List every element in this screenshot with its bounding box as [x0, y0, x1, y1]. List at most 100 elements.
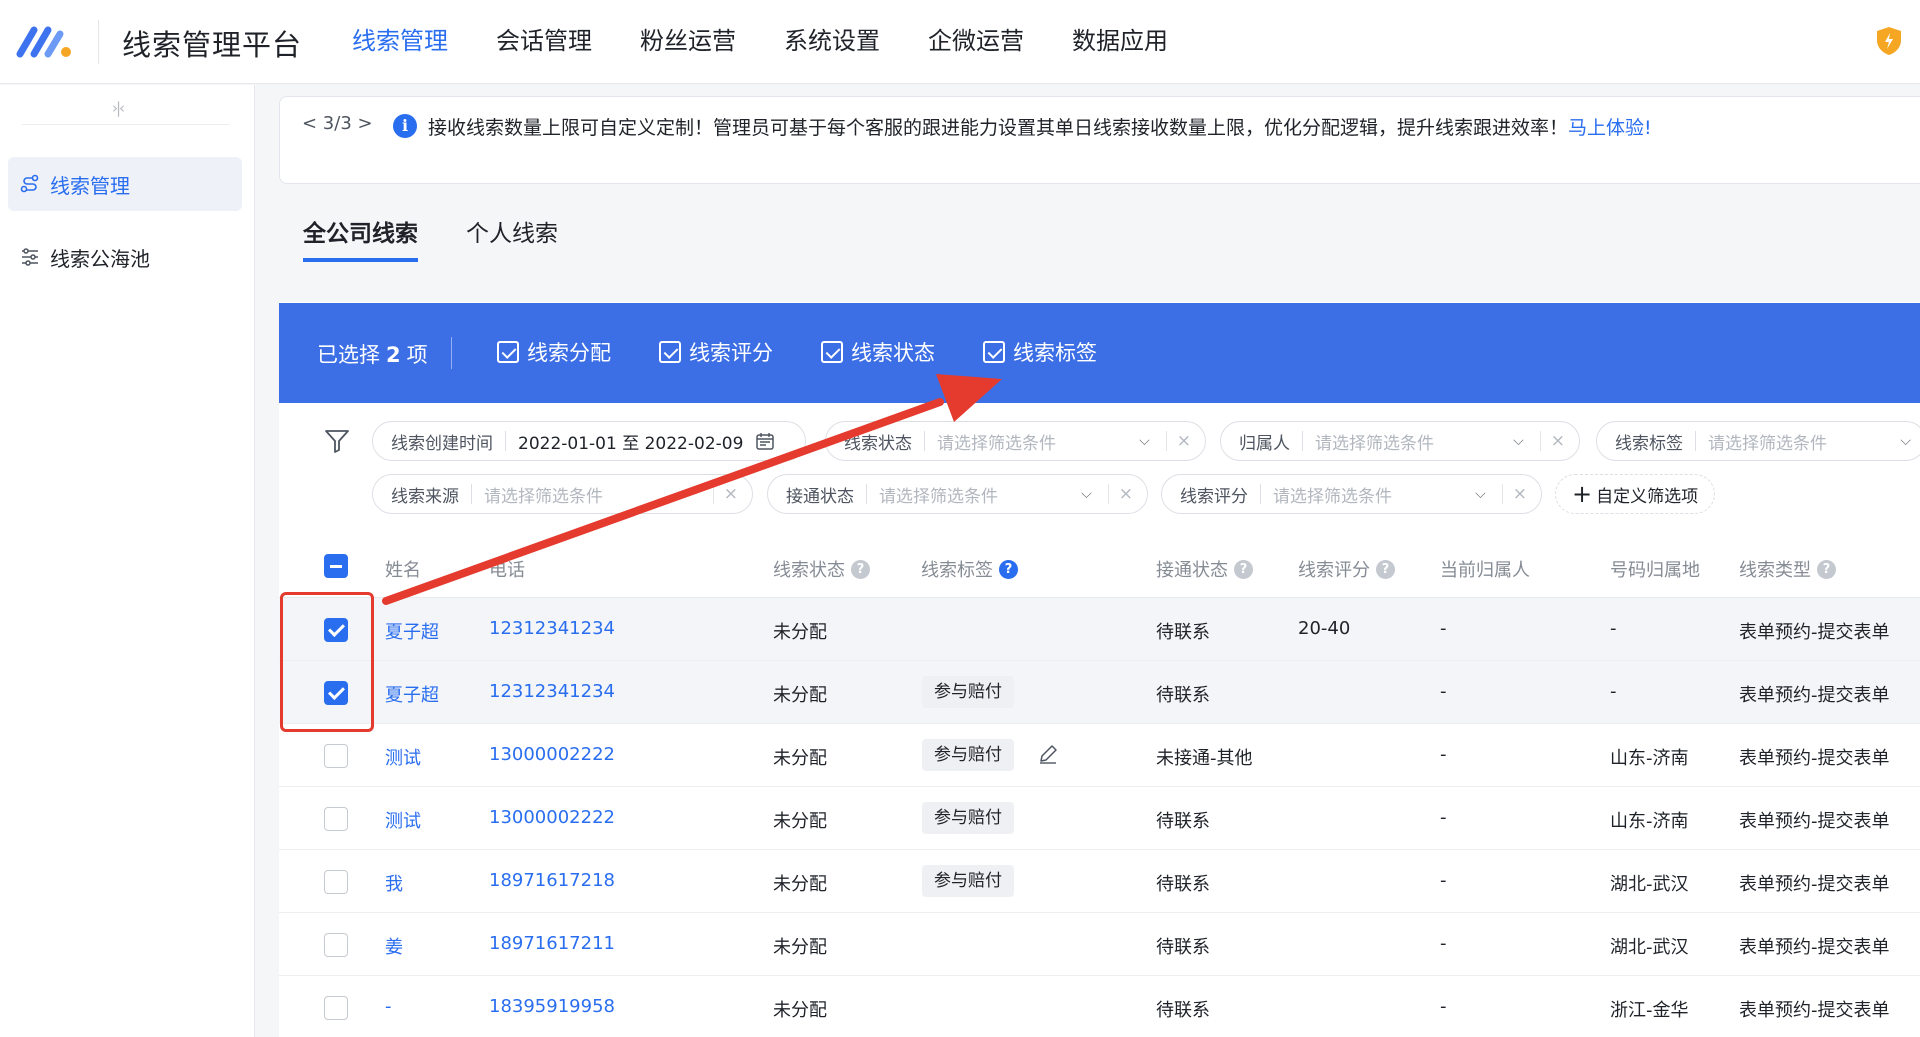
cell-name[interactable]: 姜	[385, 933, 403, 959]
add-filter-label: 自定义筛选项	[1596, 486, 1699, 507]
batch-tag-button[interactable]: 线索标签	[983, 337, 1097, 367]
clear-icon[interactable]: ×	[1165, 431, 1191, 451]
help-icon[interactable]: ?	[999, 559, 1018, 579]
filter-owner[interactable]: 归属人 请选择筛选条件 ⌵ ×	[1220, 421, 1580, 461]
help-icon[interactable]: ?	[1817, 559, 1836, 579]
select-all-checkbox[interactable]	[324, 554, 348, 578]
cell-name[interactable]: 夏子超	[385, 681, 439, 707]
tag-badge: 参与赔付	[922, 739, 1014, 771]
table-header: 姓名 电话 线索状态? 线索标签? 接通状态? 线索评分? 当前归属人 号码归属…	[279, 538, 1920, 598]
filter-key: 接通状态	[786, 486, 854, 507]
cell-phone[interactable]: 18395919958	[489, 996, 615, 1017]
cell-phone[interactable]: 12312341234	[489, 618, 615, 639]
filter-key: 线索创建时间	[391, 433, 493, 454]
nav-wecom-operation[interactable]: 企微运营	[928, 0, 1024, 84]
sidebar-item-label: 线索管理	[50, 173, 130, 198]
batch-divider	[451, 337, 452, 369]
batch-status-label: 线索状态	[851, 341, 935, 365]
cell-phone[interactable]: 13000002222	[489, 807, 615, 828]
column-type-label: 线索类型	[1739, 560, 1811, 581]
filter-clue-tag[interactable]: 线索标签 请选择筛选条件 ⌵	[1596, 421, 1920, 461]
sidebar-item-label: 线索公海池	[50, 246, 150, 271]
clear-icon[interactable]: ×	[712, 484, 738, 504]
chevron-down-icon: ⌵	[1139, 433, 1150, 449]
column-tag: 线索标签?	[921, 556, 1018, 582]
row-checkbox[interactable]	[324, 744, 348, 768]
funnel-icon[interactable]	[324, 428, 350, 454]
edit-pencil-icon[interactable]	[1037, 743, 1059, 765]
table-row[interactable]: 夏子超 12312341234 未分配 参与赔付 待联系 - - 表单预约-提交…	[279, 661, 1920, 724]
row-checkbox[interactable]	[324, 870, 348, 894]
cell-phone[interactable]: 13000002222	[489, 744, 615, 765]
notice-try-link[interactable]: 马上体验!	[1568, 117, 1652, 139]
cell-name[interactable]: 测试	[385, 744, 421, 770]
tab-personal-clues[interactable]: 个人线索	[466, 214, 558, 262]
cell-name[interactable]: -	[385, 996, 392, 1017]
table-row[interactable]: 测试 13000002222 未分配 参与赔付 待联系 - 山东-济南 表单预约…	[279, 787, 1920, 850]
filter-clue-score[interactable]: 线索评分 请选择筛选条件 ⌵ ×	[1161, 474, 1542, 514]
filter-separator	[866, 484, 867, 504]
column-phone: 电话	[489, 560, 525, 581]
row-checkbox[interactable]	[324, 933, 348, 957]
checkbox-icon	[659, 341, 681, 363]
filter-separator	[924, 431, 925, 451]
cell-status: 未分配	[773, 874, 827, 895]
filter-placeholder: 请选择筛选条件	[1708, 433, 1827, 454]
cell-connect-status: 待联系	[1156, 1000, 1210, 1021]
nav-clue-management[interactable]: 线索管理	[352, 0, 448, 84]
clear-icon[interactable]: ×	[1501, 484, 1527, 504]
cell-name[interactable]: 我	[385, 870, 403, 896]
clear-icon[interactable]: ×	[1107, 484, 1133, 504]
nav-fan-operation[interactable]: 粉丝运营	[640, 0, 736, 84]
cell-type: 表单预约-提交表单	[1739, 748, 1890, 769]
cell-phone[interactable]: 12312341234	[489, 681, 615, 702]
filter-separator	[471, 484, 472, 504]
shield-bolt-icon[interactable]	[1876, 26, 1902, 56]
sidebar-item-clue-pool[interactable]: 线索公海池	[8, 230, 242, 284]
notice-pager[interactable]: < 3/3 >	[302, 113, 373, 134]
cell-location: 山东-济南	[1610, 811, 1689, 832]
batch-score-button[interactable]: 线索评分	[659, 337, 773, 367]
cell-name[interactable]: 夏子超	[385, 618, 439, 644]
add-custom-filter-button[interactable]: + 自定义筛选项	[1555, 474, 1716, 514]
help-icon[interactable]: ?	[1234, 559, 1253, 579]
filter-create-time[interactable]: 线索创建时间 2022-01-01 至 2022-02-09	[372, 421, 806, 461]
table-row[interactable]: 姜 18971617211 未分配 待联系 - 湖北-武汉 表单预约-提交表单	[279, 913, 1920, 976]
cell-phone[interactable]: 18971617218	[489, 870, 615, 891]
table-row[interactable]: 测试 13000002222 未分配 参与赔付 未接通-其他 - 山东-济南 表…	[279, 724, 1920, 787]
cell-type: 表单预约-提交表单	[1739, 811, 1890, 832]
batch-assign-button[interactable]: 线索分配	[497, 337, 611, 367]
help-icon[interactable]: ?	[1376, 559, 1395, 579]
filter-connect-status[interactable]: 接通状态 请选择筛选条件 ⌵ ×	[767, 474, 1148, 514]
nav-system-settings[interactable]: 系统设置	[784, 0, 880, 84]
cell-connect-status: 待联系	[1156, 622, 1210, 643]
nav-data-application[interactable]: 数据应用	[1072, 0, 1168, 84]
cell-type: 表单预约-提交表单	[1739, 937, 1890, 958]
table-row[interactable]: - 18395919958 未分配 待联系 - 浙江-金华 表单预约-提交表单	[279, 976, 1920, 1037]
nav-session-management[interactable]: 会话管理	[496, 0, 592, 84]
cell-type: 表单预约-提交表单	[1739, 685, 1890, 706]
row-checkbox[interactable]	[324, 807, 348, 831]
batch-score-label: 线索评分	[689, 341, 773, 365]
help-icon[interactable]: ?	[851, 559, 870, 579]
cell-connect-status: 未接通-其他	[1156, 748, 1253, 769]
batch-status-button[interactable]: 线索状态	[821, 337, 935, 367]
app-logo-icon[interactable]	[16, 24, 76, 60]
tab-company-clues[interactable]: 全公司线索	[303, 214, 418, 262]
clear-icon[interactable]: ×	[1539, 431, 1565, 451]
annotation-highlight-box	[280, 592, 374, 732]
row-checkbox[interactable]	[324, 996, 348, 1020]
cell-location: 湖北-武汉	[1610, 937, 1689, 958]
cell-phone[interactable]: 18971617211	[489, 933, 615, 954]
column-status: 线索状态?	[773, 556, 870, 582]
cell-name[interactable]: 测试	[385, 807, 421, 833]
header-divider	[98, 20, 99, 64]
table-row[interactable]: 我 18971617218 未分配 参与赔付 待联系 - 湖北-武汉 表单预约-…	[279, 850, 1920, 913]
filter-clue-source[interactable]: 线索来源 请选择筛选条件 ×	[372, 474, 753, 514]
chevron-down-icon: ⌵	[1513, 433, 1524, 449]
tag-badge: 参与赔付	[922, 802, 1014, 834]
filter-clue-status[interactable]: 线索状态 请选择筛选条件 ⌵ ×	[825, 421, 1206, 461]
table-row[interactable]: 夏子超 12312341234 未分配 待联系 20-40 - - 表单预约-提…	[279, 598, 1920, 661]
sidebar-item-clue-management[interactable]: 线索管理	[8, 157, 242, 211]
sidebar-collapse-icon[interactable]: ›|‹	[112, 99, 125, 117]
